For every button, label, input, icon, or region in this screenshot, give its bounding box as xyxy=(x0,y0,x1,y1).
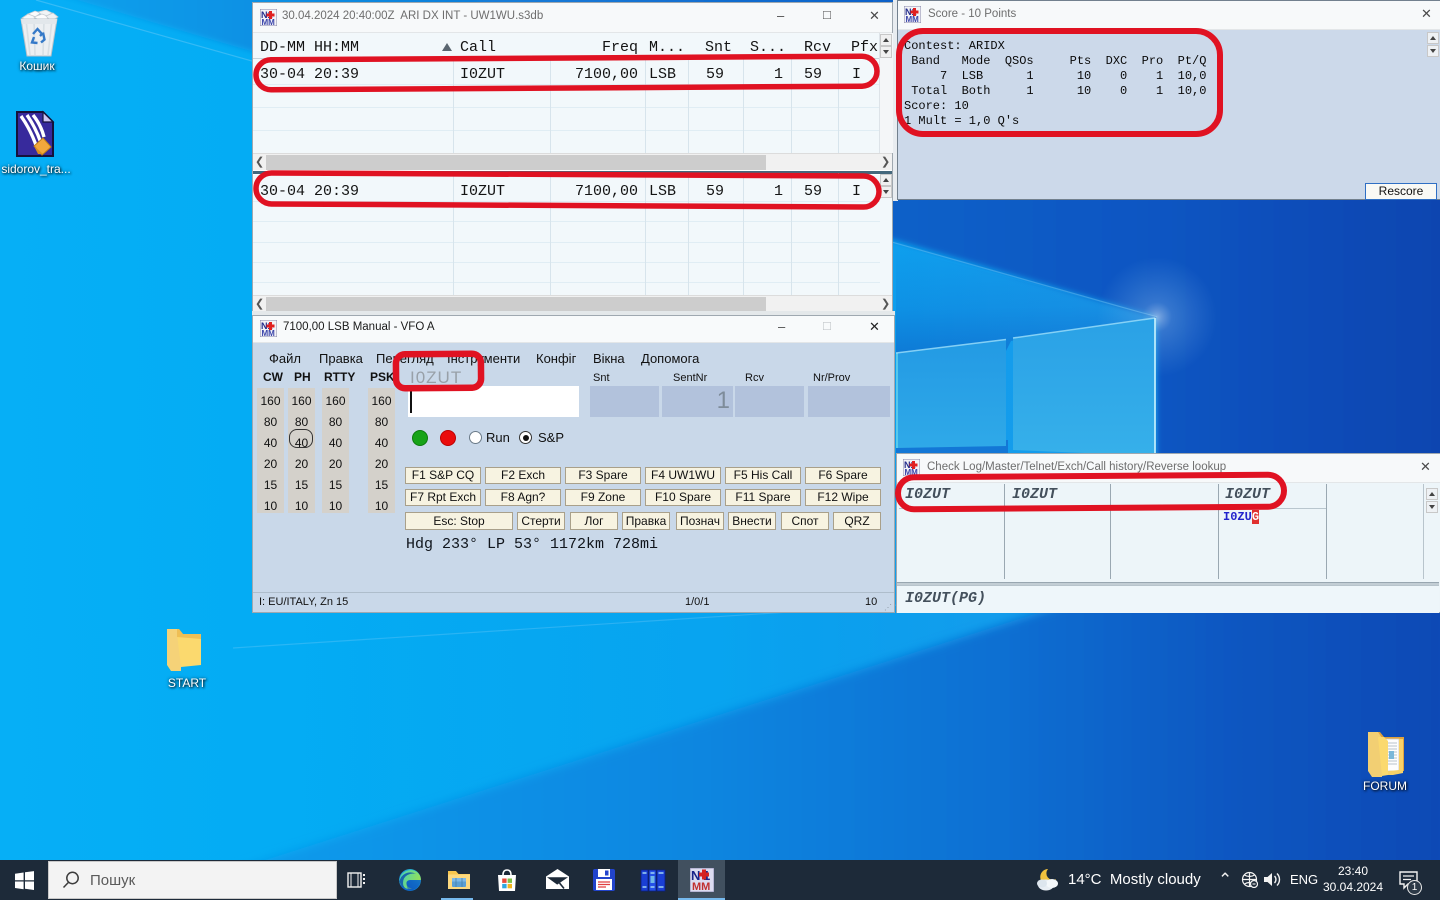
svg-text:MM: MM xyxy=(692,881,710,892)
